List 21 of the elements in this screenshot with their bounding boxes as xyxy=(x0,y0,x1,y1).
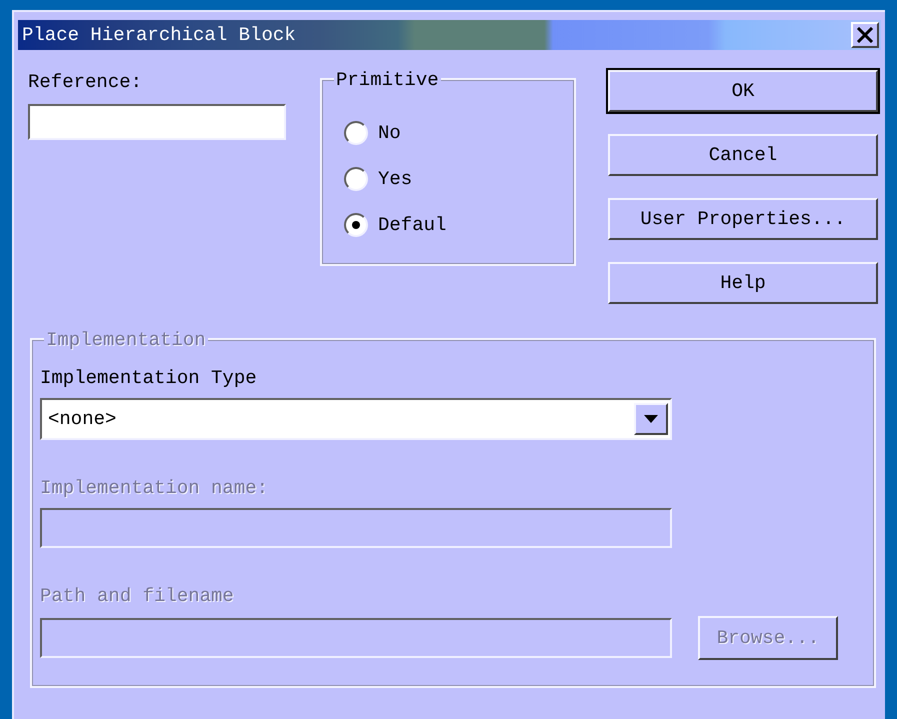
close-icon xyxy=(856,27,874,43)
dialog-button[interactable]: User Properties... xyxy=(608,198,878,240)
radio-button[interactable] xyxy=(344,121,368,145)
dialog-button[interactable]: OK xyxy=(608,70,878,112)
dropdown-button[interactable] xyxy=(634,403,668,435)
radio-button[interactable] xyxy=(344,167,368,191)
dropdown-value: <none> xyxy=(48,406,116,432)
radio-button[interactable] xyxy=(344,213,368,237)
field-label: Implementation name: xyxy=(40,476,270,501)
radio-label: Yes xyxy=(378,166,412,192)
radio-label: No xyxy=(378,120,401,146)
close-button[interactable] xyxy=(851,22,879,48)
dialog-button[interactable]: Help xyxy=(608,262,878,304)
reference-field[interactable] xyxy=(28,104,286,140)
caret-icon xyxy=(644,415,658,423)
window-title: Place Hierarchical Block xyxy=(21,22,296,48)
field-label: Implementation Type xyxy=(40,366,258,391)
field-label: Path and filename xyxy=(40,584,235,609)
dialog-button[interactable]: Cancel xyxy=(608,134,878,176)
reference-label: Reference: xyxy=(28,70,144,95)
radio-label: Defaul xyxy=(378,212,446,238)
